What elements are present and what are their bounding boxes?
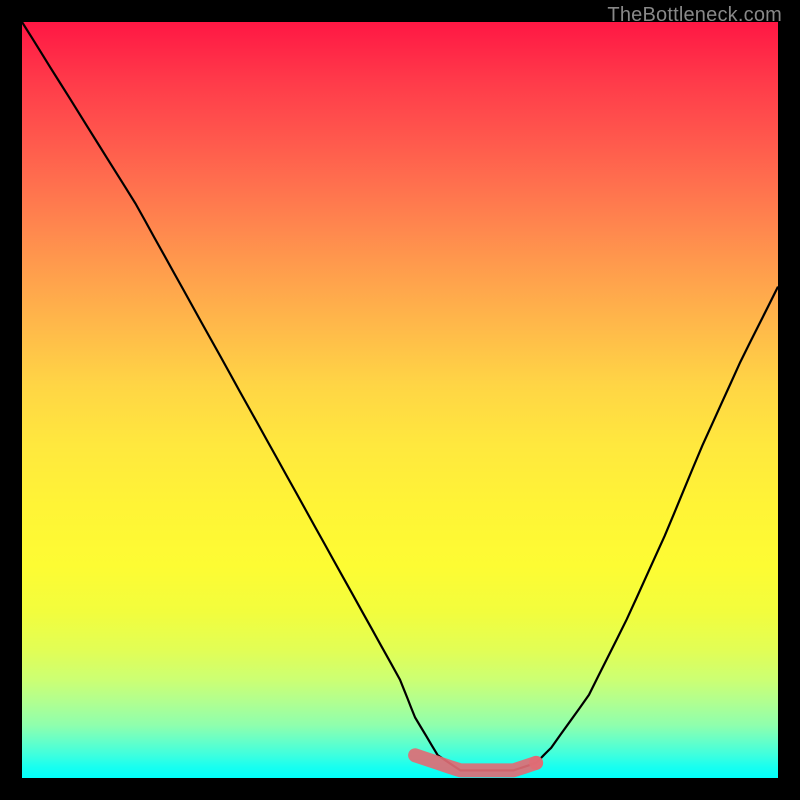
chart-container: TheBottleneck.com <box>0 0 800 800</box>
plot-area <box>22 22 778 778</box>
highlight-band <box>415 755 543 770</box>
bottleneck-curve-line <box>22 22 778 770</box>
watermark-text: TheBottleneck.com <box>607 4 782 27</box>
chart-svg <box>22 22 778 778</box>
